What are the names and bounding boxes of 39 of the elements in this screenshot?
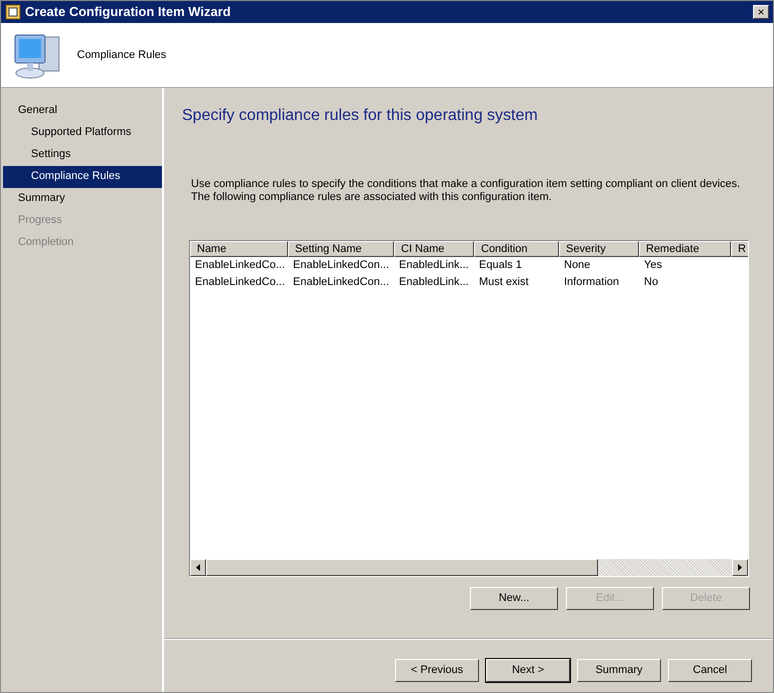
column-header[interactable]: CI Name — [394, 241, 474, 257]
column-header[interactable]: Condition — [474, 241, 559, 257]
wizard-icon — [5, 4, 21, 20]
close-button[interactable]: × — [753, 5, 769, 19]
table-cell-text: EnableLinkedCon... — [292, 275, 390, 290]
table-cell-text: EnableLinkedCo... — [194, 275, 286, 290]
table-cell-text: None — [563, 258, 592, 274]
wizard-button[interactable]: Next > — [486, 659, 570, 682]
wizard-step[interactable]: Supported Platforms — [3, 122, 162, 144]
wizard-button[interactable]: Cancel — [668, 659, 752, 682]
table-cell-text: Yes — [643, 258, 663, 274]
table-cell-text: EnabledLink... — [398, 258, 470, 274]
page-heading: Specify compliance rules for this operating system — [182, 106, 539, 126]
table-cell-text: No — [643, 275, 660, 290]
column-header[interactable]: Remediate — [639, 241, 731, 257]
rule-button[interactable]: New... — [470, 587, 558, 610]
left-arrow-icon[interactable] — [196, 564, 200, 571]
scrollbar-thumb[interactable] — [206, 559, 598, 576]
page-header-title: Compliance Rules — [77, 48, 166, 63]
column-header[interactable]: Name — [190, 241, 288, 257]
table-cell-text: Must exist — [478, 275, 530, 290]
wizard-step[interactable]: Settings — [3, 144, 162, 166]
window-title: Create Configuration Item Wizard — [25, 3, 231, 22]
wizard-button[interactable]: < Previous — [395, 659, 479, 682]
table-cell-text: EnableLinkedCo... — [194, 258, 286, 274]
column-header[interactable]: Severity — [559, 241, 639, 257]
table-cell-text: Information — [563, 275, 620, 290]
wizard-button[interactable]: Summary — [577, 659, 661, 682]
table-cell-text: Equals 1 — [478, 258, 523, 274]
horizontal-scrollbar[interactable] — [190, 559, 748, 576]
table-cell-text: EnableLinkedCon... — [292, 258, 390, 274]
column-header[interactable]: R — [731, 241, 748, 257]
wizard-step[interactable]: Compliance Rules — [3, 166, 162, 188]
right-arrow-icon[interactable] — [738, 564, 742, 571]
wizard-step[interactable]: General — [3, 100, 162, 122]
column-header[interactable]: Setting Name — [288, 241, 394, 257]
wizard-step[interactable]: Summary — [3, 188, 162, 210]
table-cell-text: EnabledLink... — [398, 275, 470, 290]
description-text: Use compliance rules to specify the conditions that make a configuration item setting compliant on client devices. The following compliance rules are associated with this configuration item. — [191, 178, 742, 204]
